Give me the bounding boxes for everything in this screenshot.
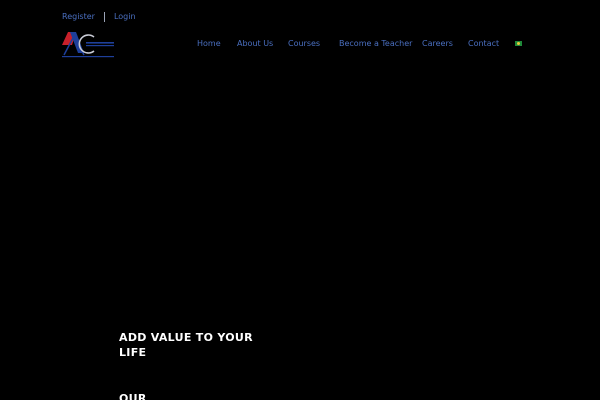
hero-title: ADD VALUE TO YOUR LIFE xyxy=(119,331,253,359)
nav-item-about-us[interactable]: About Us xyxy=(237,38,273,50)
brazil-flag-icon[interactable] xyxy=(515,41,522,46)
site-logo[interactable] xyxy=(62,31,116,59)
logo-icon xyxy=(62,32,114,58)
nav-item-home[interactable]: Home xyxy=(197,38,221,50)
nav-item-contact[interactable]: Contact xyxy=(468,38,499,50)
page: Register Login Home About Us Courses Bec… xyxy=(0,0,600,400)
section-heading: OUR xyxy=(119,392,147,400)
nav-item-become-a-teacher[interactable]: Become a Teacher xyxy=(339,38,412,50)
nav-item-courses[interactable]: Courses xyxy=(288,38,320,50)
register-link[interactable]: Register xyxy=(62,11,95,23)
link-separator xyxy=(103,12,105,22)
top-utility-links: Register Login xyxy=(62,11,136,23)
login-link[interactable]: Login xyxy=(114,11,136,23)
nav-item-careers[interactable]: Careers xyxy=(422,38,453,50)
